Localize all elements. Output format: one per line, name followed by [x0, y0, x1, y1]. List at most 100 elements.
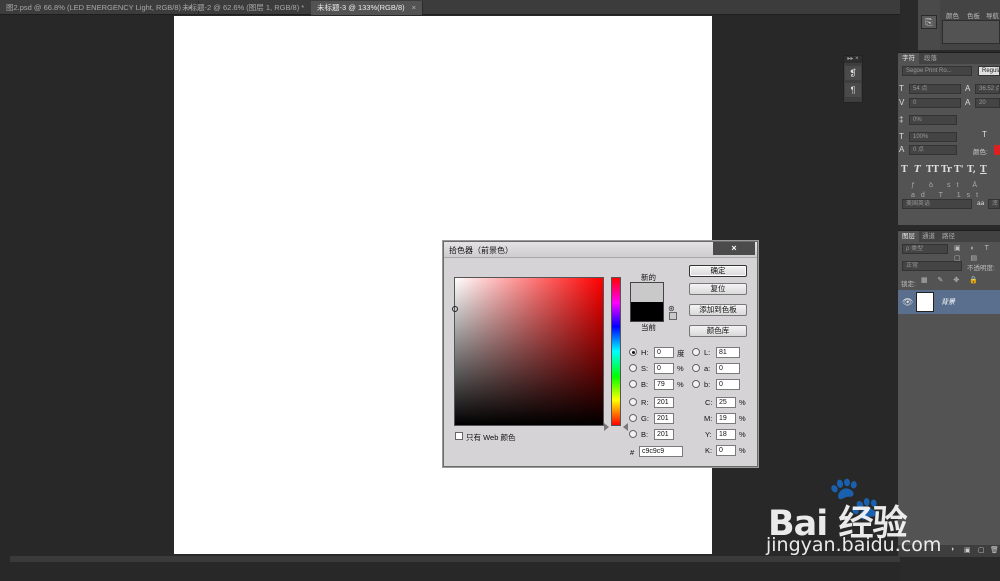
lock-label: 锁定: [901, 281, 916, 288]
kerning-field[interactable]: 0 [909, 98, 961, 108]
subscript-button[interactable]: T, [967, 165, 976, 175]
tab-layers[interactable]: 图层 [898, 231, 919, 242]
group-icon[interactable]: ▣ [964, 546, 971, 554]
red-radio[interactable] [629, 398, 637, 406]
b-radio[interactable] [692, 380, 700, 388]
hue-slider-right-arrow[interactable] [623, 423, 628, 431]
paragraph-panel-icon[interactable]: ¶ [845, 83, 861, 97]
font-style-select[interactable]: Regula [978, 66, 1000, 76]
tab-swatches[interactable]: 色板 [967, 10, 980, 20]
brightness-unit: % [677, 380, 684, 389]
small-caps-button[interactable]: Tr [941, 165, 952, 175]
document-tab-1[interactable]: 图2.psd @ 66.8% (LED ENERGENCY Light, RGB… [0, 1, 200, 15]
hue-radio[interactable] [629, 348, 637, 356]
document-tab-3[interactable]: 未标题-3 @ 133%(RGB/8) × [311, 1, 424, 15]
green-field[interactable]: 201 [654, 413, 674, 424]
eye-icon[interactable]: 👁 [902, 297, 913, 308]
font-family-select[interactable]: Segoe Print Ro... [902, 66, 972, 76]
history-icon[interactable]: ⎘ [921, 15, 937, 29]
strip-header[interactable]: ▸▸ × [844, 56, 862, 63]
hue-slider-left-arrow[interactable] [604, 423, 609, 431]
all-caps-button[interactable]: TT [926, 165, 939, 175]
magenta-field[interactable]: 19 [716, 413, 736, 424]
dialog-title: 拾色器（前景色） [449, 246, 513, 255]
horizontal-scrollbar[interactable] [10, 556, 900, 562]
blend-mode-select[interactable]: 正常 [902, 261, 962, 271]
character-panel-icon[interactable]: ❡ [845, 66, 861, 80]
delete-icon[interactable]: 🗑 [990, 546, 999, 554]
dialog-titlebar[interactable]: 拾色器（前景色） × [444, 242, 757, 258]
hex-field[interactable]: c9c9c9 [639, 446, 683, 457]
tab-channels[interactable]: 通道 [918, 231, 939, 242]
add-to-swatches-button[interactable]: 添加到色板 [689, 304, 747, 316]
text-color-swatch[interactable] [994, 145, 1000, 155]
tab-navigator[interactable]: 导航 [986, 10, 999, 20]
hue-slider[interactable] [611, 277, 621, 426]
new-color-swatch [630, 282, 664, 302]
saturation-label: S: [641, 364, 649, 373]
brightness-radio[interactable] [629, 380, 637, 388]
document-tab-2[interactable]: 未标题-2 @ 62.6% (图层 1, RGB/8) *× [176, 1, 323, 15]
blue-label: B: [641, 430, 649, 439]
magenta-label: M: [704, 414, 713, 423]
green-label: G: [641, 414, 649, 423]
cyan-label: C: [705, 398, 713, 407]
tab-paragraph[interactable]: 段落 [920, 53, 941, 64]
new-layer-icon[interactable]: ▢ [978, 546, 985, 554]
tab-color[interactable]: 颜色 [946, 10, 959, 20]
black-field[interactable]: 0 [716, 445, 736, 456]
color-libraries-button[interactable]: 颜色库 [689, 325, 747, 337]
blue-field[interactable]: 201 [654, 429, 674, 440]
lightness-label: L: [704, 348, 711, 357]
hue-label: H: [641, 348, 649, 357]
a-field[interactable]: 0 [716, 363, 740, 374]
lock-icons[interactable]: ▦ ✎ ✥ 🔒 [921, 276, 982, 286]
document-tab-bar: 图2.psd @ 66.8% (LED ENERGENCY Light, RGB… [0, 0, 918, 15]
tab-close-icon[interactable]: × [412, 3, 416, 12]
antialias-select[interactable]: 浑 [988, 199, 1000, 209]
tab-paths[interactable]: 路径 [938, 231, 959, 242]
brightness-field[interactable]: 79 [654, 379, 674, 390]
layer-filter-select[interactable]: ρ 类型 [902, 244, 948, 254]
ok-button[interactable]: 确定 [689, 265, 747, 277]
red-label: R: [641, 398, 649, 407]
tracking-field[interactable]: 20 [975, 98, 1000, 108]
font-size-icon: T [899, 84, 904, 93]
layer-name[interactable]: 背景 [941, 297, 955, 307]
color-picker-handle[interactable] [452, 306, 458, 312]
tab-character[interactable]: 字符 [898, 53, 919, 64]
yellow-field[interactable]: 18 [716, 429, 736, 440]
baseline-icon: A [899, 145, 905, 154]
saturation-radio[interactable] [629, 364, 637, 372]
lightness-field[interactable]: 81 [716, 347, 740, 358]
adjustment-icon[interactable]: ◑ [950, 546, 954, 553]
cyan-unit: % [739, 398, 746, 407]
leading-field[interactable]: 36.52 点 [975, 84, 1000, 94]
reset-button[interactable]: 复位 [689, 283, 747, 295]
watermark-url: jingyan.baidu.com [766, 534, 942, 556]
underline-button[interactable]: T [980, 165, 987, 175]
superscript-button[interactable]: T' [954, 165, 963, 175]
horizontal-scale-field[interactable]: 100% [909, 132, 957, 142]
blue-radio[interactable] [629, 430, 637, 438]
cyan-field[interactable]: 25 [716, 397, 736, 408]
language-select[interactable]: 美国英语 [902, 199, 972, 209]
baseline-field[interactable]: 0 点 [909, 145, 957, 155]
font-size-field[interactable]: 54 点 [909, 84, 961, 94]
faux-italic-button[interactable]: T [914, 165, 921, 175]
current-color-swatch[interactable] [630, 302, 664, 322]
saturation-brightness-field[interactable] [452, 277, 604, 426]
saturation-unit: % [677, 364, 684, 373]
close-button[interactable]: × [713, 242, 755, 255]
red-field[interactable]: 201 [654, 397, 674, 408]
hue-field[interactable]: 0 [654, 347, 674, 358]
green-radio[interactable] [629, 414, 637, 422]
faux-bold-button[interactable]: T [901, 165, 908, 175]
vertical-scale-field[interactable]: 0% [909, 115, 957, 125]
lightness-radio[interactable] [692, 348, 700, 356]
b-lab-field[interactable]: 0 [716, 379, 740, 390]
web-safe-cube-icon[interactable] [669, 312, 677, 320]
web-colors-only-checkbox[interactable] [455, 432, 463, 440]
a-radio[interactable] [692, 364, 700, 372]
saturation-field[interactable]: 0 [654, 363, 674, 374]
